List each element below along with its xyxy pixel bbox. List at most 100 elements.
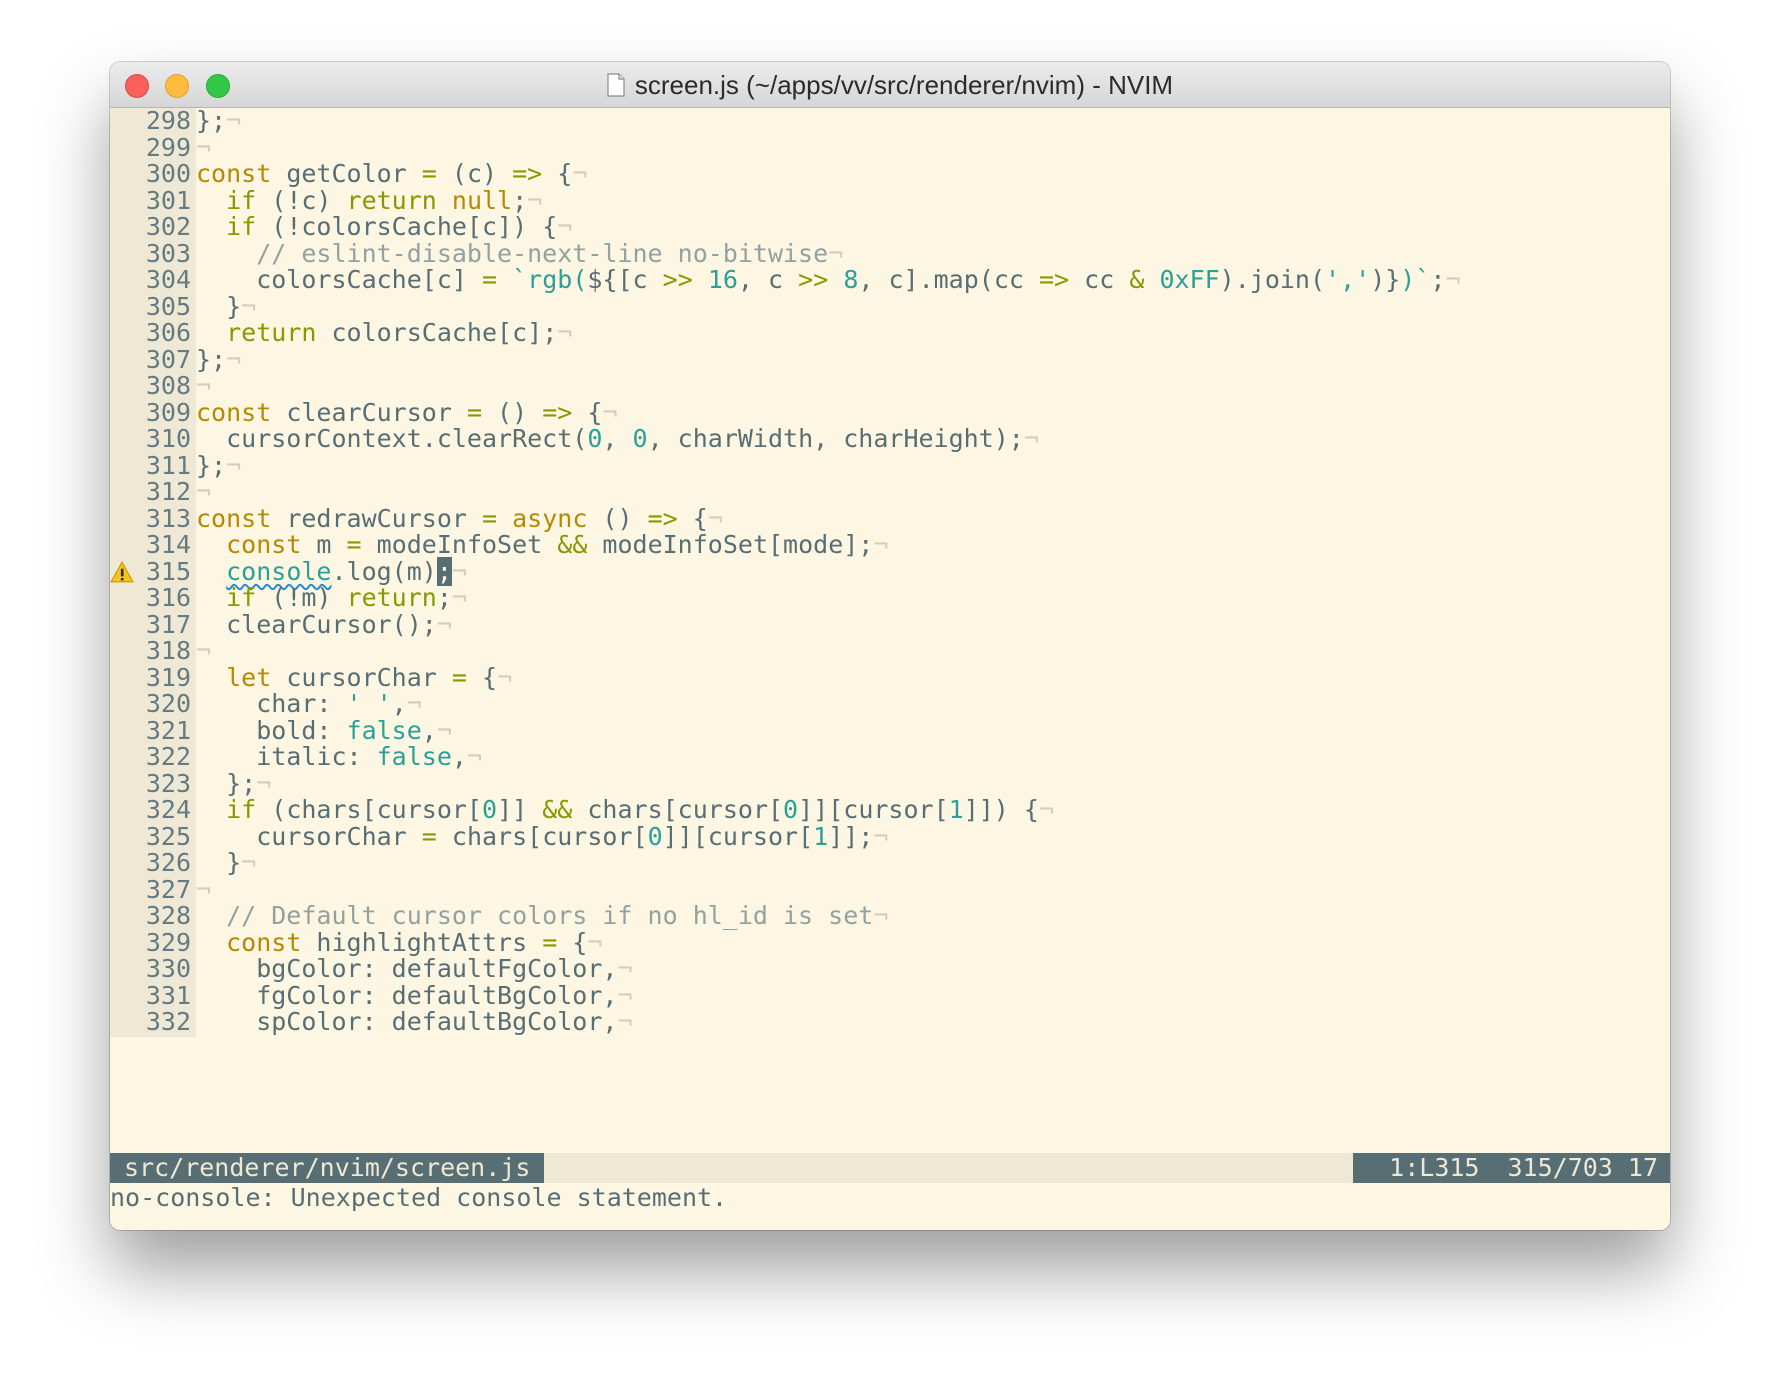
code-line[interactable]: 328 // Default cursor colors if no hl_id… — [110, 901, 1670, 931]
code-line[interactable]: 306 return colorsCache[c];¬ — [110, 318, 1670, 348]
code-text[interactable]: };¬ — [196, 345, 241, 375]
line-number: 306 — [145, 318, 191, 347]
command-line[interactable]: no-console: Unexpected console statement… — [110, 1183, 1670, 1230]
code-line[interactable]: 315 console.log(m);¬ — [110, 556, 1670, 587]
status-warning-count: 1:L315 — [1389, 1153, 1480, 1182]
eol-marker: ¬ — [436, 715, 452, 745]
code-token: (c) — [436, 159, 513, 188]
code-text[interactable]: colorsCache[c] = `rgb(${[c >> 16, c >> 8… — [196, 265, 1460, 295]
code-text[interactable]: ¬ — [196, 477, 211, 507]
code-line[interactable]: 319 let cursorChar = {¬ — [110, 662, 1670, 693]
code-line[interactable]: 300 const getColor = (c) => {¬ — [110, 159, 1670, 189]
code-line[interactable]: 299 ¬ — [110, 132, 1670, 163]
code-line[interactable]: 308 ¬ — [110, 371, 1670, 401]
code-text[interactable]: if (!m) return;¬ — [196, 583, 467, 613]
code-text[interactable]: }¬ — [196, 292, 256, 322]
code-line[interactable]: 307};¬ — [110, 344, 1670, 375]
text-cursor: ; — [436, 556, 452, 586]
code-line[interactable]: 301 if (!c) return null;¬ — [110, 185, 1670, 216]
eol-marker: ¬ — [557, 212, 573, 241]
code-token: ; — [512, 185, 528, 215]
code-line[interactable]: 331 fgColor: defaultBgColor,¬ — [110, 980, 1670, 1011]
line-gutter: 323 — [110, 768, 196, 799]
code-line[interactable]: 314 const m = modeInfoSet && modeInfoSet… — [110, 530, 1670, 560]
code-text[interactable]: clearCursor();¬ — [196, 610, 452, 640]
code-text[interactable]: if (!c) return null;¬ — [196, 186, 542, 216]
code-line[interactable]: 327 ¬ — [110, 874, 1670, 905]
code-text[interactable]: if (chars[cursor[0]] && chars[cursor[0]]… — [196, 795, 1054, 825]
code-text[interactable]: bold: false,¬ — [196, 716, 452, 746]
code-text[interactable]: const redrawCursor = async () => {¬ — [196, 504, 723, 534]
code-line[interactable]: 325 cursorChar = chars[cursor[0]][cursor… — [110, 821, 1670, 852]
code-token: false — [376, 742, 452, 771]
code-line[interactable]: 316 if (!m) return;¬ — [110, 583, 1670, 613]
code-token: ' ' — [346, 689, 392, 718]
code-line[interactable]: 310 cursorContext.clearRect(0, 0, charWi… — [110, 424, 1670, 454]
code-text[interactable]: }¬ — [196, 848, 256, 878]
code-token: let — [226, 662, 272, 692]
code-line[interactable]: 320 char: ' ',¬ — [110, 689, 1670, 719]
code-text[interactable]: if (!colorsCache[c]) {¬ — [196, 212, 572, 242]
code-line[interactable]: 323 };¬ — [110, 768, 1670, 799]
code-text[interactable]: };¬ — [196, 451, 241, 481]
code-line[interactable]: 309 const clearCursor = () => {¬ — [110, 397, 1670, 428]
code-text[interactable]: // eslint-disable-next-line no-bitwise¬ — [196, 239, 843, 269]
code-line[interactable]: 321 bold: false,¬ — [110, 715, 1670, 746]
line-number: 307 — [145, 344, 191, 374]
code-line[interactable]: 326 }¬ — [110, 848, 1670, 878]
code-line[interactable]: 302 if (!colorsCache[c]) {¬ — [110, 212, 1670, 242]
code-text[interactable]: italic: false,¬ — [196, 742, 482, 772]
code-text[interactable]: ¬ — [196, 133, 211, 163]
line-number: 311 — [145, 450, 191, 480]
line-gutter: 317 — [110, 609, 196, 640]
code-line[interactable]: 332 spColor: defaultBgColor,¬ — [110, 1007, 1670, 1037]
code-line[interactable]: 311};¬ — [110, 450, 1670, 481]
code-token: modeInfoSet — [361, 530, 558, 559]
line-number: 302 — [145, 212, 191, 241]
eol-marker: ¬ — [196, 874, 212, 904]
code-text[interactable]: return colorsCache[c];¬ — [196, 318, 572, 348]
code-text[interactable]: let cursorChar = {¬ — [196, 663, 512, 693]
code-text[interactable]: const getColor = (c) => {¬ — [196, 159, 587, 189]
code-text[interactable]: const m = modeInfoSet && modeInfoSet[mod… — [196, 530, 888, 560]
code-text[interactable]: cursorContext.clearRect(0, 0, charWidth,… — [196, 424, 1039, 454]
code-text[interactable]: ¬ — [196, 636, 211, 666]
code-line[interactable]: 322 italic: false,¬ — [110, 742, 1670, 772]
code-line[interactable]: 313 const redrawCursor = async () => {¬ — [110, 503, 1670, 534]
line-number: 310 — [145, 424, 191, 453]
code-text[interactable]: const highlightAttrs = {¬ — [196, 928, 602, 958]
code-text[interactable]: const clearCursor = () => {¬ — [196, 398, 618, 428]
code-line[interactable]: 303 // eslint-disable-next-line no-bitwi… — [110, 238, 1670, 269]
code-line[interactable]: 312 ¬ — [110, 477, 1670, 507]
warning-sign-icon[interactable] — [110, 560, 134, 584]
code-text[interactable]: };¬ — [196, 769, 271, 799]
code-line[interactable]: 318 ¬ — [110, 636, 1670, 666]
code-line[interactable]: 324 if (chars[cursor[0]] && chars[cursor… — [110, 795, 1670, 825]
code-text[interactable]: // Default cursor colors if no hl_id is … — [196, 901, 888, 931]
code-text[interactable]: fgColor: defaultBgColor,¬ — [196, 981, 632, 1011]
code-line[interactable]: 329 const highlightAttrs = {¬ — [110, 927, 1670, 958]
code-text[interactable]: bgColor: defaultFgColor,¬ — [196, 954, 632, 984]
eol-marker: ¬ — [587, 927, 603, 957]
code-text[interactable]: console.log(m);¬ — [196, 556, 467, 587]
code-text[interactable]: ¬ — [196, 371, 211, 401]
code-token: spColor: defaultBgColor, — [196, 1007, 618, 1036]
code-line[interactable]: 330 bgColor: defaultFgColor,¬ — [110, 954, 1670, 984]
code-line[interactable]: 317 clearCursor();¬ — [110, 609, 1670, 640]
code-editor[interactable]: 298};¬ 299 ¬ 300 const getColor = (c) => {¬ 3… — [110, 108, 1670, 1153]
status-file-path: src/renderer/nvim/screen.js — [110, 1153, 545, 1183]
code-line[interactable]: 304 colorsCache[c] = `rgb(${[c >> 16, c … — [110, 265, 1670, 295]
eol-marker: ¬ — [436, 609, 452, 639]
code-text[interactable]: spColor: defaultBgColor,¬ — [196, 1007, 632, 1037]
code-text[interactable]: ¬ — [196, 875, 211, 905]
code-text[interactable]: char: ' ',¬ — [196, 689, 422, 719]
line-number: 309 — [145, 397, 191, 427]
code-token: = — [466, 397, 482, 427]
code-token: ]] — [497, 795, 543, 824]
code-line[interactable]: 305 }¬ — [110, 291, 1670, 322]
code-text[interactable]: cursorChar = chars[cursor[0]][cursor[1]]… — [196, 822, 888, 852]
line-gutter: 324 — [110, 795, 196, 825]
code-token: { — [572, 397, 603, 427]
